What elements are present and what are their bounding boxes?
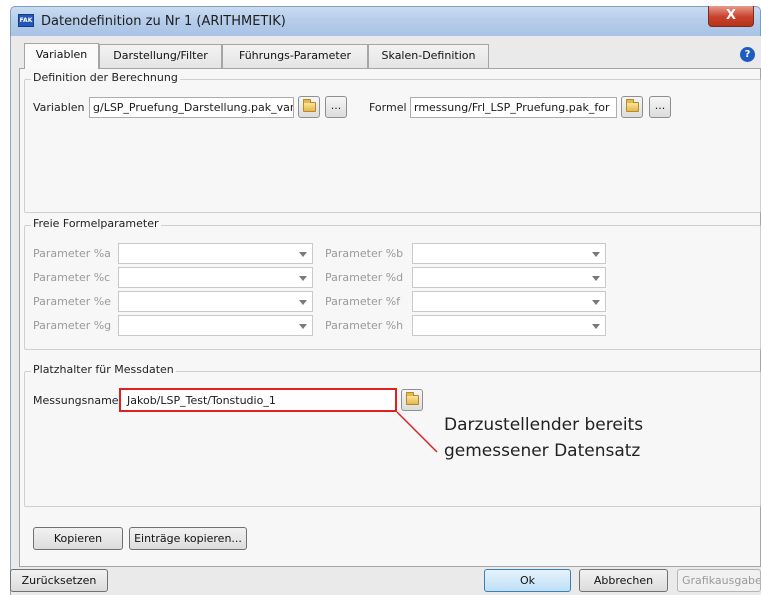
annotation-callout-line: [396, 411, 438, 453]
annotation-line-2: gemessener Datensatz: [444, 441, 641, 461]
abbrechen-button[interactable]: Abbrechen: [579, 569, 668, 592]
annotation-line-1: Darzustellender bereits: [444, 415, 644, 435]
zuruecksetzen-button[interactable]: Zurücksetzen: [10, 569, 108, 592]
annotation-text: Darzustellender bereits gemessener Daten…: [444, 412, 643, 464]
grafikausgabe-button[interactable]: Grafikausgabe: [677, 569, 761, 592]
kopieren-button[interactable]: Kopieren: [33, 527, 123, 550]
tab-variablen[interactable]: Variablen: [24, 43, 99, 69]
ok-button[interactable]: Ok: [484, 569, 571, 592]
eintraege-kopieren-button[interactable]: Einträge kopieren...: [129, 527, 247, 550]
